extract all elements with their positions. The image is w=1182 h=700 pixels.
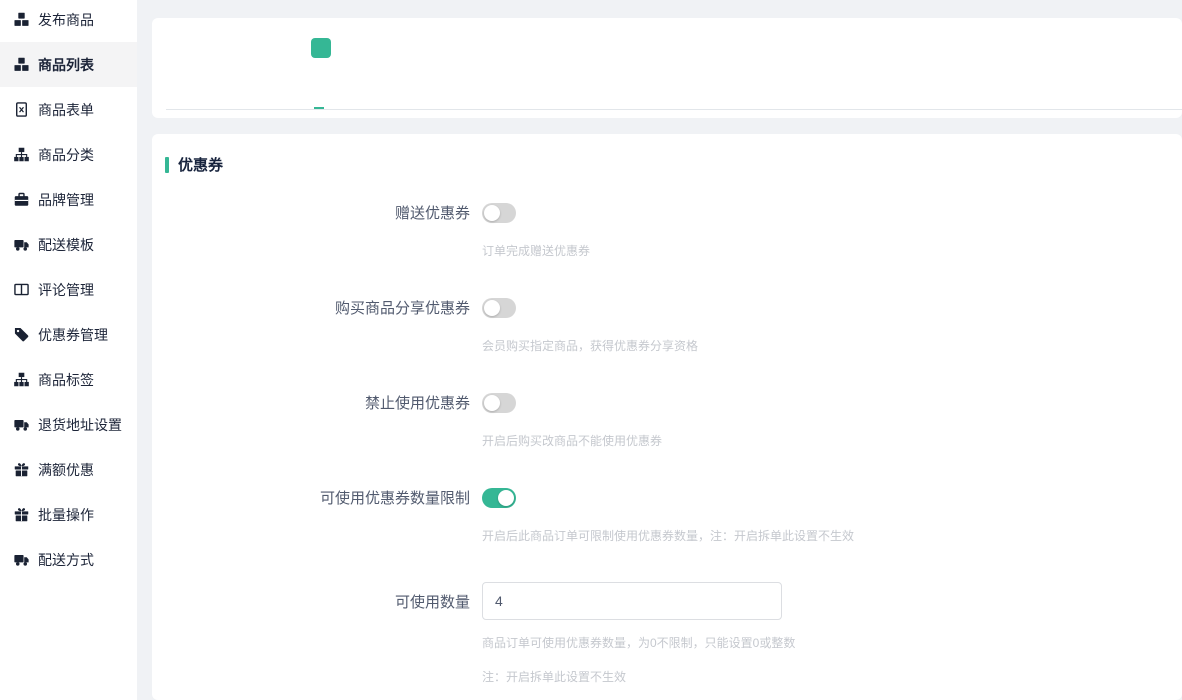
field-hint: 订单完成赠送优惠券 bbox=[482, 243, 1182, 259]
sidebar-item-label: 商品分类 bbox=[38, 145, 94, 165]
sidebar-item-publish-product[interactable]: 发布商品 bbox=[0, 0, 137, 42]
field-label: 可使用优惠券数量限制 bbox=[152, 487, 470, 508]
form-item-forbid-coupon: 禁止使用优惠券 开启后购买改商品不能使用优惠券 bbox=[152, 392, 1182, 449]
sidebar-item-label: 品牌管理 bbox=[38, 190, 94, 210]
coupon-settings-form: 赠送优惠券 订单完成赠送优惠券 购买商品分享优惠券 会员购买指定商品，获得优惠券… bbox=[152, 202, 1182, 685]
coupon-settings-card: 优惠券 赠送优惠券 订单完成赠送优惠券 购买商品分享优惠券 会员购买指定商品，获… bbox=[152, 134, 1182, 700]
cubes-icon bbox=[13, 57, 29, 73]
sidebar-item-return-address-settings[interactable]: 退货地址设置 bbox=[0, 402, 137, 447]
sidebar-item-brand-management[interactable]: 品牌管理 bbox=[0, 177, 137, 222]
cubes-icon bbox=[13, 12, 29, 28]
tag-icon bbox=[13, 327, 29, 343]
subtab-discount[interactable] bbox=[166, 96, 176, 109]
sidebar-item-product-form[interactable]: 商品表单 bbox=[0, 87, 137, 132]
subtab-product-free-order[interactable] bbox=[499, 96, 509, 109]
truck-icon bbox=[13, 552, 29, 568]
section-title: 优惠券 bbox=[178, 154, 223, 175]
form-item-buy-share-coupon: 购买商品分享优惠券 会员购买指定商品，获得优惠券分享资格 bbox=[152, 297, 1182, 354]
sidebar-item-label: 配送模板 bbox=[38, 235, 94, 255]
sidebar-item-label: 商品列表 bbox=[38, 55, 94, 75]
sidebar-item-label: 优惠券管理 bbox=[38, 325, 108, 345]
tab-marketing-settings[interactable] bbox=[311, 38, 331, 58]
sidebar-item-review-management[interactable]: 评论管理 bbox=[0, 267, 137, 312]
columns-icon bbox=[13, 282, 29, 298]
sidebar-item-label: 批量操作 bbox=[38, 505, 94, 525]
file-icon bbox=[13, 102, 29, 118]
sidebar-item-label: 配送方式 bbox=[38, 550, 94, 570]
sitemap-icon bbox=[13, 372, 29, 388]
gift-icon bbox=[13, 507, 29, 523]
subtab-ad-slogan[interactable] bbox=[425, 96, 435, 109]
buy-share-coupon-toggle[interactable] bbox=[482, 298, 516, 318]
form-item-usable-quantity: 可使用数量 商品订单可使用优惠券数量，为0不限制，只能设置0或整数注：开启拆单此… bbox=[152, 582, 1182, 685]
truck-icon bbox=[13, 417, 29, 433]
sidebar-item-delivery-method[interactable]: 配送方式 bbox=[0, 537, 137, 582]
tabs-card bbox=[152, 18, 1182, 118]
sidebar-item-product-list[interactable]: 商品列表 bbox=[0, 42, 137, 87]
field-label: 可使用数量 bbox=[152, 591, 470, 612]
subtab-consume-points[interactable] bbox=[536, 96, 546, 109]
usable-quantity-input[interactable] bbox=[482, 582, 782, 620]
field-hint: 注：开启拆单此设置不生效 bbox=[482, 669, 1182, 685]
subtab-share-follow[interactable] bbox=[240, 96, 250, 109]
sidebar-menu: 发布商品 商品列表 商品表单 商品分类 品牌管理 配送模板 评论管理 优惠券管理… bbox=[0, 0, 137, 582]
subtab-member-price-settings[interactable] bbox=[573, 96, 583, 109]
subtab-invite-page[interactable] bbox=[388, 96, 398, 109]
sidebar-item-coupon-management[interactable]: 优惠券管理 bbox=[0, 312, 137, 357]
give-coupon-toggle[interactable] bbox=[482, 203, 516, 223]
sidebar-item-label: 发布商品 bbox=[38, 10, 94, 30]
field-hint: 开启后此商品订单可限制使用优惠券数量，注：开启拆单此设置不生效 bbox=[482, 528, 1182, 544]
sidebar-item-label: 退货地址设置 bbox=[38, 415, 122, 435]
subtab-permission[interactable] bbox=[277, 96, 287, 109]
field-hint: 商品订单可使用优惠券数量，为0不限制，只能设置0或整数 bbox=[482, 635, 1182, 651]
content-area: 优惠券 赠送优惠券 订单完成赠送优惠券 购买商品分享优惠券 会员购买指定商品，获… bbox=[152, 0, 1182, 700]
forbid-coupon-toggle[interactable] bbox=[482, 393, 516, 413]
truck-icon bbox=[13, 237, 29, 253]
field-hint: 会员购买指定商品，获得优惠券分享资格 bbox=[482, 338, 1182, 354]
sidebar-item-product-tags[interactable]: 商品标签 bbox=[0, 357, 137, 402]
form-item-give-coupon: 赠送优惠券 订单完成赠送优惠券 bbox=[152, 202, 1182, 259]
sidebar-item-full-amount-discount[interactable]: 满额优惠 bbox=[0, 447, 137, 492]
gift-icon bbox=[13, 462, 29, 478]
field-label: 购买商品分享优惠券 bbox=[152, 297, 470, 318]
sidebar: 发布商品 商品列表 商品表单 商品分类 品牌管理 配送模板 评论管理 优惠券管理… bbox=[0, 0, 137, 700]
subtab-coupon[interactable] bbox=[314, 96, 324, 109]
sidebar-item-label: 商品表单 bbox=[38, 100, 94, 120]
subtab-marketing[interactable] bbox=[203, 96, 213, 109]
sidebar-item-product-category[interactable]: 商品分类 bbox=[0, 132, 137, 177]
field-hint: 开启后购买改商品不能使用优惠券 bbox=[482, 433, 1182, 449]
subtab-flash-sale[interactable] bbox=[351, 96, 361, 109]
field-label: 禁止使用优惠券 bbox=[152, 392, 470, 413]
sidebar-item-label: 商品标签 bbox=[38, 370, 94, 390]
sitemap-icon bbox=[13, 147, 29, 163]
sidebar-item-delivery-template[interactable]: 配送模板 bbox=[0, 222, 137, 267]
briefcase-icon bbox=[13, 192, 29, 208]
form-item-coupon-quantity-limit: 可使用优惠券数量限制 开启后此商品订单可限制使用优惠券数量，注：开启拆单此设置不… bbox=[152, 487, 1182, 544]
sidebar-item-batch-operation[interactable]: 批量操作 bbox=[0, 492, 137, 537]
sidebar-item-label: 评论管理 bbox=[38, 280, 94, 300]
secondary-tab-bar bbox=[166, 66, 1182, 110]
coupon-quantity-limit-toggle[interactable] bbox=[482, 488, 516, 508]
subtab-credit-value[interactable] bbox=[462, 96, 472, 109]
section-accent-bar bbox=[165, 157, 169, 173]
primary-tab-bar bbox=[152, 30, 1182, 66]
sidebar-item-label: 满额优惠 bbox=[38, 460, 94, 480]
section-header: 优惠券 bbox=[152, 134, 1182, 175]
field-label: 赠送优惠券 bbox=[152, 202, 470, 223]
